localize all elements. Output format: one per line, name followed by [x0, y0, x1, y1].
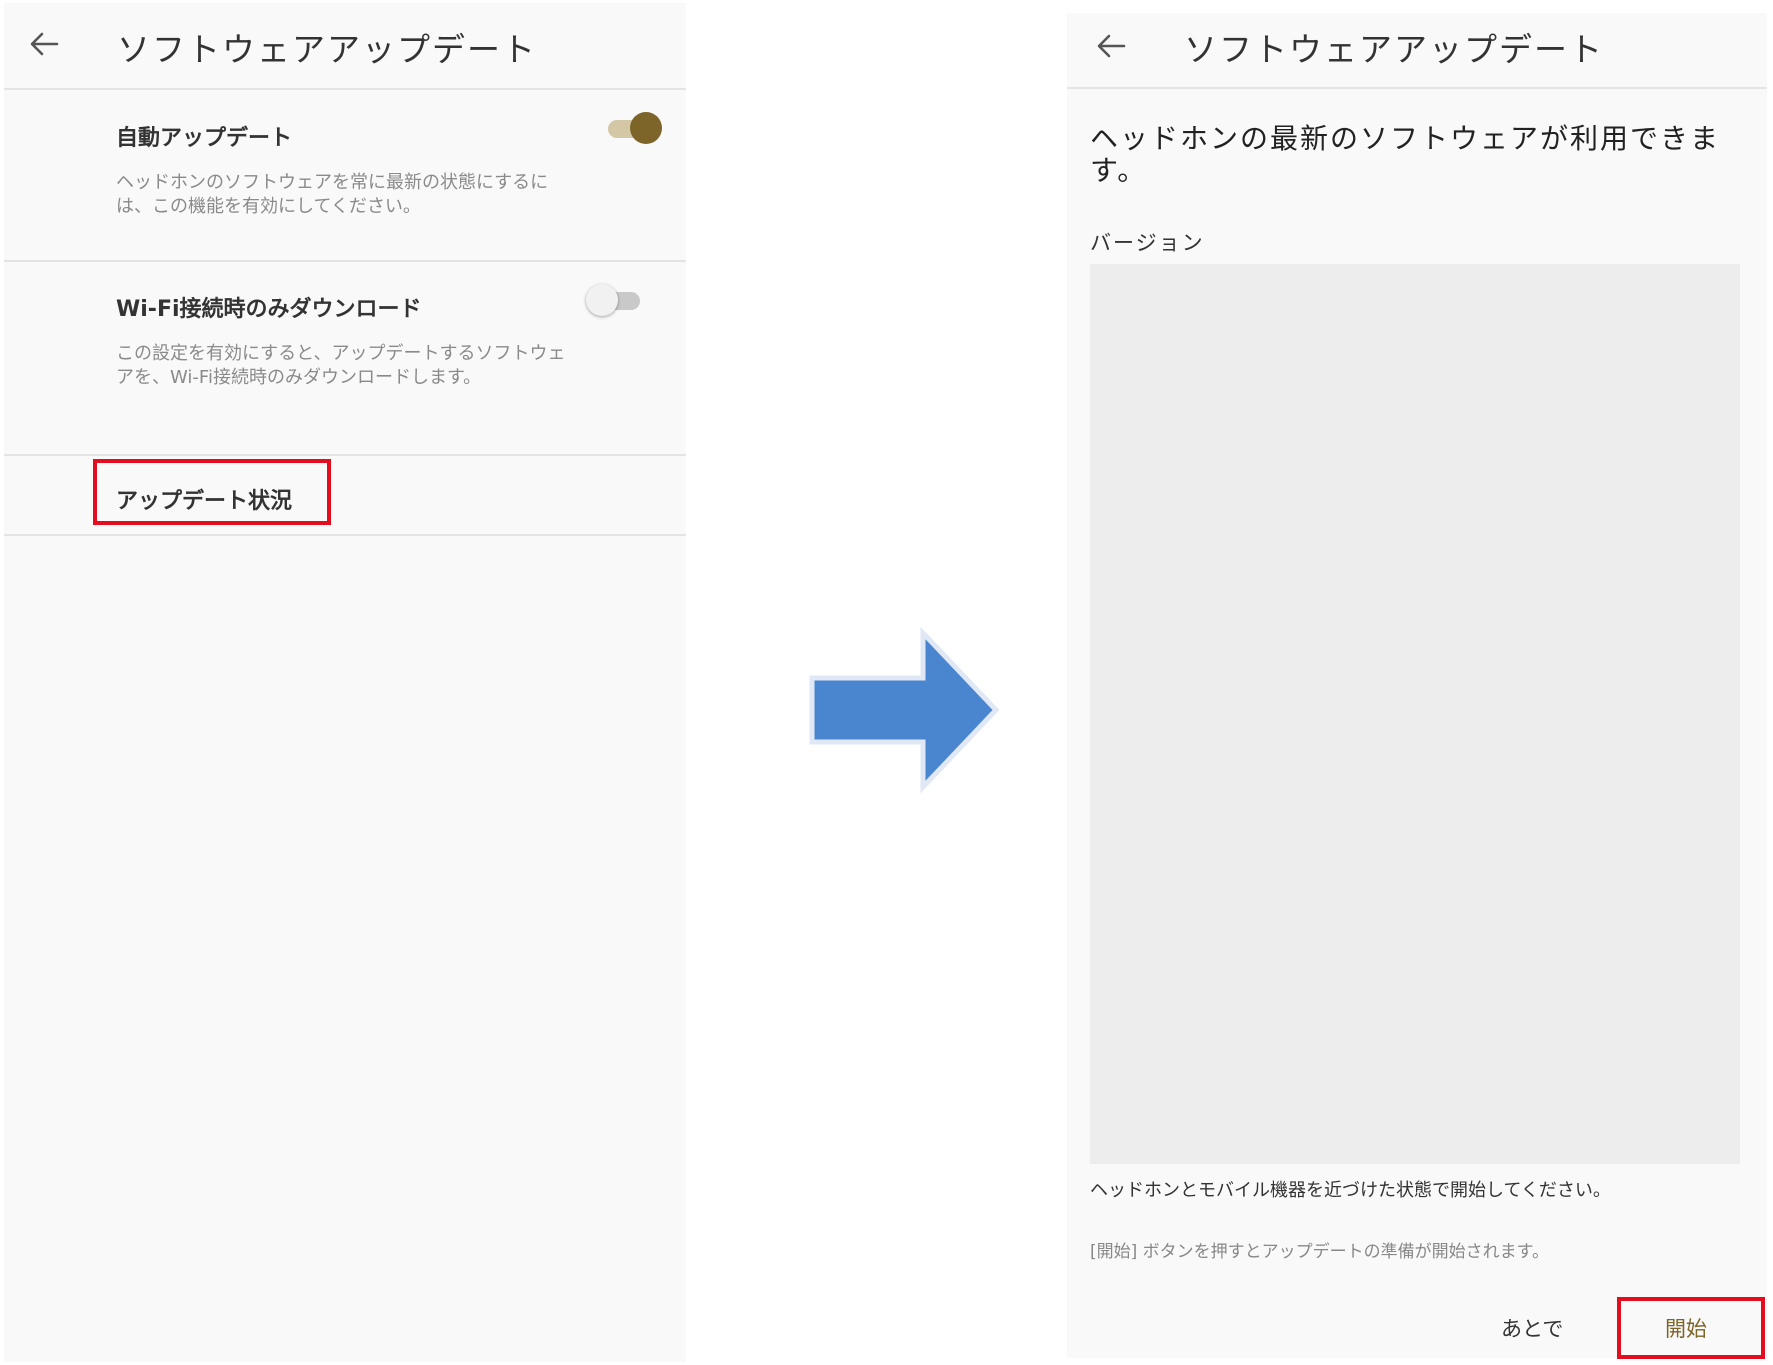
page-title: ソフトウェアアップデート	[117, 30, 537, 69]
app-bar: ソフトウェアアップデート	[1067, 13, 1767, 89]
wifi-only-setting[interactable]: Wi-Fi接続時のみダウンロード この設定を有効にすると、アップデートするソフト…	[4, 262, 686, 456]
wifi-only-toggle[interactable]	[586, 283, 646, 317]
auto-update-description: ヘッドホンのソフトウェアを常に最新の状態にするには、この機能を有効にしてください…	[116, 172, 549, 217]
auto-update-title: 自動アップデート	[116, 126, 293, 151]
start-button[interactable]: 開始	[1665, 1313, 1707, 1343]
wifi-only-description: この設定を有効にすると、アップデートするソフトウェアを、Wi-Fi接続時のみダウ…	[116, 343, 566, 388]
page-title: ソフトウェアアップデート	[1184, 30, 1604, 69]
app-bar: ソフトウェアアップデート	[4, 3, 686, 90]
version-details-panel	[1090, 264, 1740, 1164]
settings-screen: ソフトウェアアップデート 自動アップデート ヘッドホンのソフトウェアを常に最新の…	[4, 3, 686, 1362]
update-status-title: アップデート状況	[116, 489, 293, 514]
later-button[interactable]: あとで	[1501, 1313, 1563, 1343]
back-arrow-icon	[1097, 34, 1126, 58]
back-button[interactable]	[20, 20, 68, 68]
start-note-text: [開始] ボタンを押すとアップデートの準備が開始されます。	[1090, 1242, 1549, 1262]
right-arrow-icon	[809, 626, 1000, 794]
toggle-thumb	[630, 112, 662, 144]
update-status-item[interactable]: アップデート状況	[4, 456, 686, 536]
update-available-screen: ソフトウェアアップデート ヘッドホンの最新のソフトウェアが利用できます。 バージ…	[1067, 13, 1767, 1358]
back-arrow-icon	[30, 32, 59, 56]
auto-update-toggle[interactable]	[602, 111, 662, 145]
wifi-only-title: Wi-Fi接続時のみダウンロード	[116, 297, 422, 322]
auto-update-setting[interactable]: 自動アップデート ヘッドホンのソフトウェアを常に最新の状態にするには、この機能を…	[4, 90, 686, 262]
update-available-message: ヘッドホンの最新のソフトウェアが利用できます。	[1090, 122, 1721, 187]
version-label: バージョン	[1090, 231, 1205, 255]
back-button[interactable]	[1087, 22, 1135, 70]
toggle-thumb	[586, 284, 618, 316]
instruction-text: ヘッドホンとモバイル機器を近づけた状態で開始してください。	[1090, 1180, 1611, 1201]
